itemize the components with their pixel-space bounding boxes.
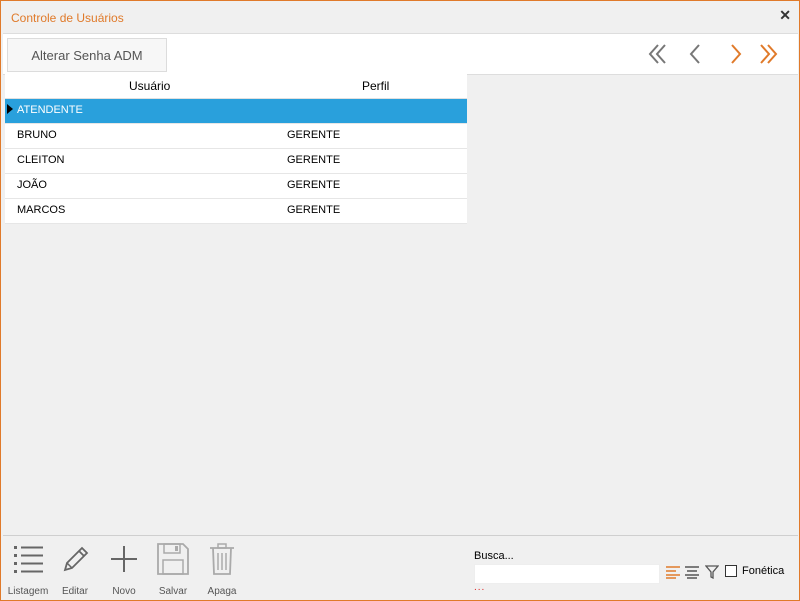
salvar-button[interactable]: Salvar [148,542,198,598]
window-title: Controle de Usuários [11,11,124,25]
cell-usuario: BRUNO [17,129,57,141]
save-icon [157,543,189,575]
busca-input[interactable] [474,564,660,584]
last-record-icon[interactable] [755,40,781,68]
fonetica-label: Fonética [742,565,785,577]
next-record-icon[interactable] [723,40,749,68]
cell-usuario: ATENDENTE [17,104,83,116]
cell-perfil: GERENTE [287,129,341,141]
salvar-label: Salvar [158,586,188,597]
table-row[interactable]: CLEITON GERENTE [5,149,467,174]
apaga-label: Apaga [207,586,237,597]
close-icon[interactable]: ✕ [779,7,791,24]
novo-label: Novo [112,586,136,597]
first-record-icon[interactable] [645,40,671,68]
column-header-usuario[interactable]: Usuário [129,79,170,93]
column-header-perfil[interactable]: Perfil [362,79,389,93]
top-toolbar: Alterar Senha ADM [3,33,798,75]
plus-icon [111,546,137,572]
listagem-label: Listagem [7,586,49,597]
previous-record-icon[interactable] [683,40,709,68]
cell-perfil: GERENTE [287,154,341,166]
cell-perfil: GERENTE [287,204,341,216]
pencil-icon [63,546,89,572]
align-center-icon[interactable] [685,565,699,579]
title-bar: Controle de Usuários ✕ [1,1,799,33]
change-admin-password-button[interactable]: Alterar Senha ADM [7,38,167,72]
fonetica-checkbox[interactable]: Fonética [725,565,784,577]
apaga-button[interactable]: Apaga [197,542,247,598]
editar-button[interactable]: Editar [50,542,100,598]
novo-button[interactable]: Novo [99,542,149,598]
busca-dots: ... [474,582,486,593]
listagem-button[interactable]: Listagem [3,542,53,598]
cell-usuario: MARCOS [17,204,66,216]
bottom-toolbar: Listagem Editar Novo Salvar Apaga Busca.… [3,535,798,600]
editar-label: Editar [61,586,89,597]
current-row-indicator [7,104,13,114]
grid-header: Usuário Perfil [5,74,467,99]
table-row[interactable]: JOÃO GERENTE [5,174,467,199]
list-icon [14,546,43,573]
fonetica-checkbox-box[interactable] [725,565,737,577]
users-grid: Usuário Perfil ATENDENTE BRUNO GERENTE C… [5,74,467,224]
cell-perfil: GERENTE [287,179,341,191]
filter-icon[interactable] [705,565,719,579]
user-control-window: Controle de Usuários ✕ Alterar Senha ADM… [0,0,800,601]
table-row[interactable]: BRUNO GERENTE [5,124,467,149]
cell-usuario: JOÃO [17,179,47,191]
table-row[interactable]: MARCOS GERENTE [5,199,467,224]
cell-usuario: CLEITON [17,154,65,166]
busca-label: Busca... [474,550,514,562]
table-row[interactable]: ATENDENTE [5,99,467,124]
trash-icon [210,543,234,575]
align-left-icon[interactable] [666,565,680,579]
